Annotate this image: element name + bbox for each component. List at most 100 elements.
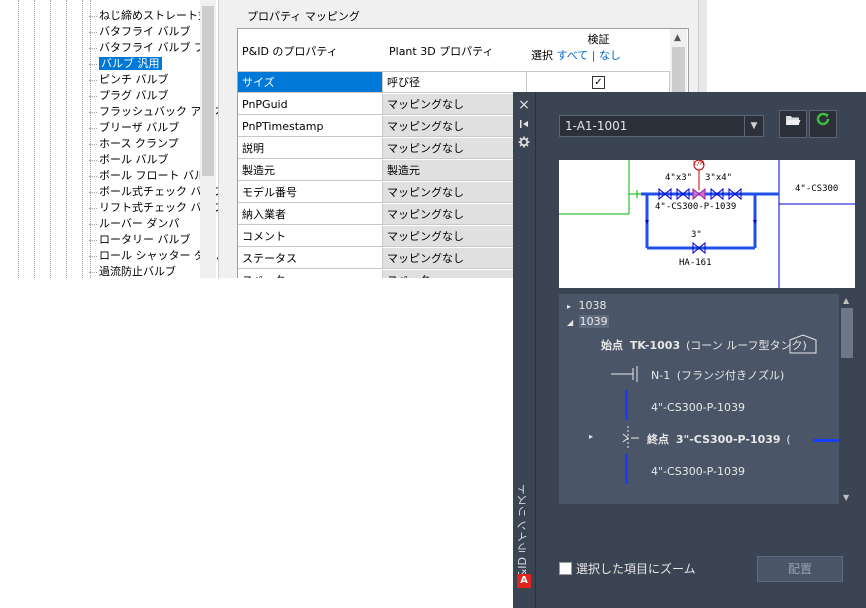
scroll-up-icon[interactable]: ▲ (843, 296, 849, 305)
tree-item[interactable]: ブリーザ バルブ (89, 120, 179, 136)
nozzle-tag: N-1 (651, 369, 671, 382)
tree-scrollbar[interactable] (200, 0, 216, 278)
tree-node[interactable]: ▸ 1038 (567, 298, 607, 315)
plant-property-cell[interactable]: マッピングなし (383, 116, 527, 137)
tree-item[interactable]: ピンチ バルブ (89, 72, 169, 88)
pid-property-cell[interactable]: PnPTimestamp (238, 116, 383, 137)
pid-property-cell[interactable]: 製造元 (238, 160, 383, 181)
pid-property-cell[interactable]: ステータス (238, 248, 383, 269)
palette-title: P&ID ライン リスト (516, 484, 529, 584)
zoom-to-selection-checkbox[interactable]: 選択した項目にズーム (559, 562, 696, 576)
tree-item[interactable]: ボール式チェック バルブ (89, 184, 218, 200)
open-folder-button[interactable] (779, 110, 807, 138)
plant-property-cell[interactable]: マッピングなし (383, 226, 527, 247)
plant-property-cell[interactable]: 呼び径 (383, 72, 527, 93)
select-none-link[interactable]: | なし (592, 49, 621, 62)
plant-property-cell[interactable]: マッピングなし (383, 94, 527, 115)
line-segment-node[interactable]: 4"-CS300-P-1039 (651, 464, 745, 480)
checkbox-box[interactable] (559, 562, 572, 575)
plant-property-cell[interactable]: 製造元 (383, 160, 527, 181)
verify-checkbox[interactable]: ✓ (592, 76, 605, 89)
pid-property-cell[interactable]: モデル番号 (238, 182, 383, 203)
preview-label: 3"x4" (705, 173, 733, 183)
tree-item[interactable]: リフト式チェック バルブ (89, 200, 218, 216)
tree-guide-line (66, 0, 67, 278)
scrollbar-thumb[interactable] (202, 6, 214, 176)
preview-label: 4"-CS300 (795, 184, 839, 194)
dest-desc: ( (786, 433, 791, 446)
tree-item-selected[interactable]: バルブ 汎用 (89, 56, 162, 72)
palette-title-bar[interactable]: × P&ID ライン リスト A (513, 92, 536, 608)
tree-guide-line (18, 0, 19, 278)
tree-item[interactable]: ボール バルブ (89, 152, 169, 168)
expand-arrow-icon[interactable]: ▸ (567, 302, 571, 311)
column-header-pid[interactable]: P&ID のプロパティ (238, 29, 384, 72)
gear-icon[interactable] (517, 136, 531, 150)
tree-guide-line (82, 0, 83, 278)
tree-item[interactable]: ボール フロート バルブ (89, 168, 216, 184)
folder-icon (786, 116, 801, 125)
tree-item[interactable]: フラッシュバック アレスタ (89, 104, 218, 120)
tree-guide-line (50, 0, 51, 278)
tank-icon (789, 334, 817, 354)
line-list-tree: ▸ 1038 ◢ 1039 始点 TK-1003 (コーン ルーフ型タンク) N… (559, 294, 855, 504)
preview-label: HA-161 (679, 258, 712, 268)
line-segment-node[interactable]: 4"-CS300-P-1039 (651, 400, 745, 416)
scrollbar-thumb[interactable] (841, 308, 853, 358)
nozzle-icon (611, 366, 638, 382)
plant-property-cell[interactable]: スペック (383, 270, 527, 278)
scroll-down-icon[interactable]: ▼ (843, 493, 849, 502)
tree-node[interactable]: ◢ 1039 (567, 314, 609, 331)
plant-property-cell[interactable]: マッピングなし (383, 182, 527, 203)
dest-tag: 3"-CS300-P-1039 (675, 433, 781, 446)
source-tag: TK-1003 (629, 339, 681, 352)
autocad-logo: A (517, 574, 531, 588)
collapse-arrow-icon[interactable]: ◢ (567, 318, 573, 327)
pid-property-cell[interactable]: スペック (238, 270, 383, 278)
component-tree: ねじ締めストレート式 バタフライ バルブ バタフライ バルブ ブロッ バルブ 汎… (0, 0, 218, 278)
autohide-icon[interactable] (517, 118, 531, 132)
tree-item[interactable]: プラグ バルブ (89, 88, 169, 104)
select-all-link[interactable]: すべて (557, 49, 589, 62)
tree-scrollbar[interactable]: ▲ ▼ (839, 294, 855, 504)
nozzle-desc: (フランジ付きノズル) (676, 369, 785, 382)
drawing-dropdown[interactable]: 1-A1-1001 ▼ (559, 115, 764, 137)
expand-arrow-icon[interactable]: ▸ (589, 432, 593, 441)
tree-item[interactable]: ねじ締めストレート式 (89, 8, 209, 24)
group-title: プロパティ マッピング (247, 10, 360, 23)
tree-item[interactable]: ロール シャッター ダンパ (89, 248, 218, 264)
tree-item[interactable]: ルーバー ダンパ (89, 216, 179, 232)
pid-property-cell[interactable]: サイズ (238, 72, 383, 93)
chevron-down-icon[interactable]: ▼ (744, 116, 763, 136)
line-source[interactable]: 始点 TK-1003 (コーン ルーフ型タンク) (601, 338, 807, 354)
pipe-segment-icon (813, 439, 839, 442)
select-label: 選択 (531, 49, 553, 62)
preview-label: 4"x3" (665, 173, 693, 183)
tree-item[interactable]: バタフライ バルブ ブロッ (89, 40, 218, 56)
plant-property-cell[interactable]: マッピングなし (383, 138, 527, 159)
column-header-label: 検証 (587, 33, 610, 46)
verify-cell: ✓ (527, 72, 670, 93)
column-header-plant[interactable]: Plant 3D プロパティ (383, 29, 528, 72)
line-destination[interactable]: 終点 3"-CS300-P-1039 ( (647, 432, 791, 448)
tree-node-label: 1038 (578, 299, 607, 312)
nozzle-node[interactable]: N-1 (フランジ付きノズル) (651, 368, 784, 384)
tree-item[interactable]: ホース クランプ (89, 136, 179, 152)
tree-item[interactable]: バタフライ バルブ (89, 24, 191, 40)
place-button[interactable]: 配置 (757, 556, 843, 582)
tree-item[interactable]: ロータリー バルブ (89, 232, 191, 248)
pid-property-cell[interactable]: 説明 (238, 138, 383, 159)
dropdown-value: 1-A1-1001 (565, 119, 628, 133)
table-row[interactable]: サイズ 呼び径 ✓ (238, 72, 670, 94)
pid-property-cell[interactable]: コメント (238, 226, 383, 247)
plant-property-cell[interactable]: マッピングなし (383, 204, 527, 225)
pid-property-cell[interactable]: PnPGuid (238, 94, 383, 115)
checkbox-label: 選択した項目にズーム (576, 562, 696, 576)
pid-property-cell[interactable]: 納入業者 (238, 204, 383, 225)
refresh-button[interactable] (809, 110, 837, 138)
tree-item[interactable]: 過流防止バルブ (89, 264, 176, 278)
close-icon[interactable]: × (517, 98, 531, 112)
scroll-up-icon[interactable]: ▲ (674, 33, 681, 43)
reducer-icon (622, 426, 639, 450)
plant-property-cell[interactable]: マッピングなし (383, 248, 527, 269)
